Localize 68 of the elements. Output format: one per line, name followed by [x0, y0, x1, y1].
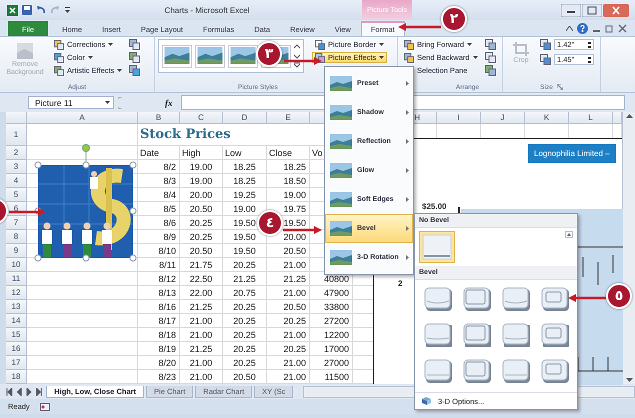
table-cell: 20.75 — [223, 286, 267, 300]
table-cell: 20.50 — [267, 244, 310, 258]
table-cell: 20.00 — [180, 188, 223, 202]
table-cell: 20.25 — [180, 230, 223, 244]
table-cell: 8/17 — [138, 314, 180, 328]
table-cell: 19.25 — [223, 188, 267, 202]
table-cell: 21.00 — [180, 314, 223, 328]
table-cell: 22.00 — [180, 286, 223, 300]
table-cell: 8/13 — [138, 286, 180, 300]
table-cell: 20.25 — [223, 300, 267, 314]
column-heading: Low — [223, 146, 267, 160]
table-cell: 17000 — [310, 342, 353, 356]
table-cell: 19.00 — [267, 188, 310, 202]
table-cell: 20.25 — [180, 216, 223, 230]
table-cell: 21.00 — [180, 328, 223, 342]
table-cell: 21.00 — [267, 356, 310, 370]
table-cell: 21.00 — [180, 356, 223, 370]
table-cell: 8/18 — [138, 328, 180, 342]
table-cell: 8/16 — [138, 300, 180, 314]
table-cell: 21.25 — [180, 342, 223, 356]
table-cell: 19.00 — [180, 174, 223, 188]
table-cell: 27200 — [310, 314, 353, 328]
table-cell: 21.00 — [267, 258, 310, 272]
table-cell: 47900 — [310, 286, 353, 300]
table-cell: 8/10 — [138, 244, 180, 258]
chart-label: 2 — [398, 279, 402, 288]
table-cell: 21.25 — [180, 300, 223, 314]
table-cell: 21.75 — [180, 258, 223, 272]
table-cell: 20.25 — [267, 342, 310, 356]
table-cell: 20.50 — [267, 300, 310, 314]
table-cell: 20.50 — [180, 244, 223, 258]
table-cell: 20.25 — [223, 328, 267, 342]
table-cell: 18.25 — [267, 160, 310, 174]
table-cell: 20.50 — [180, 202, 223, 216]
table-cell: 8/6 — [138, 216, 180, 230]
table-cell: 19.00 — [180, 160, 223, 174]
column-heading: Close — [267, 146, 310, 160]
table-cell: 20.25 — [223, 314, 267, 328]
table-cell: 12200 — [310, 328, 353, 342]
table-cell: 8/20 — [138, 356, 180, 370]
axis-label: $25.00 — [422, 202, 446, 211]
table-cell: 8/9 — [138, 230, 180, 244]
window-title: Charts - Microsoft Excel — [164, 6, 250, 14]
sheet-title: Stock Prices — [138, 124, 310, 146]
table-cell: 33800 — [310, 300, 353, 314]
table-cell: 20.25 — [223, 356, 267, 370]
table-cell: 8/11 — [138, 258, 180, 272]
table-cell: 27000 — [310, 356, 353, 370]
table-cell: 18.25 — [223, 160, 267, 174]
table-cell: 18.25 — [223, 174, 267, 188]
column-heading: High — [180, 146, 223, 160]
table-cell: 19.50 — [223, 244, 267, 258]
table-cell: 21.00 — [267, 328, 310, 342]
table-cell: 8/19 — [138, 342, 180, 356]
table-cell: 8/2 — [138, 160, 180, 174]
table-cell: 8/4 — [138, 188, 180, 202]
table-cell: 20.25 — [223, 342, 267, 356]
table-cell: 18.50 — [267, 174, 310, 188]
table-cell: 20.25 — [267, 314, 310, 328]
table-cell: 21.25 — [267, 272, 310, 286]
table-cell: 22.50 — [180, 272, 223, 286]
table-cell: 21.00 — [267, 286, 310, 300]
table-cell: 8/5 — [138, 202, 180, 216]
table-cell: 20.25 — [223, 258, 267, 272]
table-cell: 8/3 — [138, 174, 180, 188]
column-heading: Date — [138, 146, 180, 160]
table-cell: 21.25 — [223, 272, 267, 286]
table-cell: 8/12 — [138, 272, 180, 286]
